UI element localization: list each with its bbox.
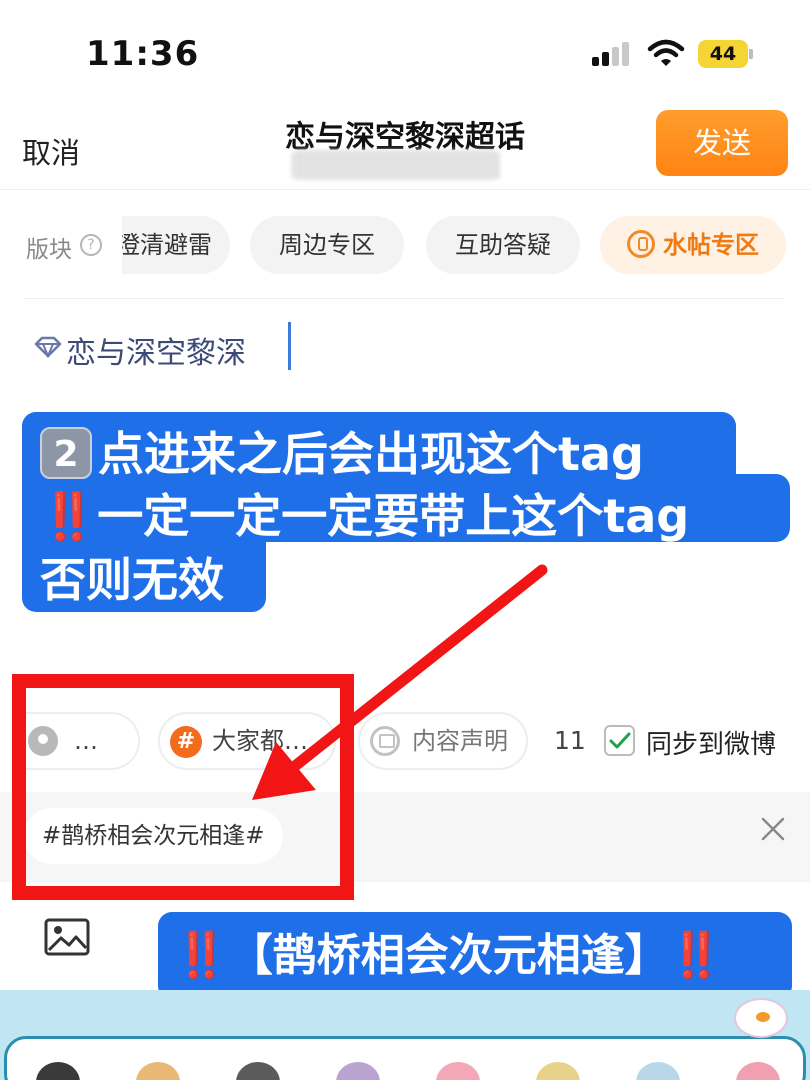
- help-icon[interactable]: ?: [80, 234, 102, 256]
- chip-label: 互助答疑: [455, 231, 551, 259]
- category-label: 版块: [26, 237, 72, 263]
- signal-icon: [592, 42, 632, 66]
- status-time: 11:36: [86, 34, 200, 74]
- annotation-line-1: 2 点进来之后会出现这个tag: [40, 418, 644, 484]
- declaration-label: 内容声明: [412, 727, 508, 755]
- image-icon[interactable]: [44, 918, 90, 956]
- status-bar: 11:36 44: [0, 0, 810, 100]
- category-chips: 澄清避雷 周边专区 互助答疑 水帖专区: [122, 216, 810, 274]
- annotation-overlay: 2 点进来之后会出现这个tag ‼️一定一定一定要带上这个tag 否则无效: [22, 412, 790, 612]
- blurred-subtitle: [292, 150, 500, 180]
- text-cursor: [288, 322, 291, 370]
- sticker-strip: [4, 1036, 806, 1080]
- annotation-line-2: ‼️一定一定一定要带上这个tag: [40, 480, 689, 546]
- close-icon[interactable]: [760, 816, 786, 842]
- water-post-icon: [627, 230, 655, 258]
- checkmark-icon: [609, 732, 631, 749]
- chip-label: 周边专区: [279, 231, 375, 259]
- double-exclamation-icon: ‼️: [174, 930, 229, 981]
- category-chip-qa[interactable]: 互助答疑: [426, 216, 580, 274]
- content-declaration-button[interactable]: 内容声明: [358, 712, 528, 770]
- category-row: 版块 ? 澄清避雷 周边专区 互助答疑 水帖专区: [0, 216, 810, 274]
- annotation-line-3: 否则无效: [40, 553, 224, 607]
- category-chip-clarify[interactable]: 澄清避雷: [122, 216, 230, 274]
- battery-level: 44: [698, 40, 748, 68]
- double-exclamation-icon: ‼️: [668, 930, 724, 981]
- tag-name-annotation: ‼️【鹊桥相会次元相逢】‼️: [158, 912, 792, 1000]
- category-chip-merch[interactable]: 周边专区: [250, 216, 404, 274]
- double-exclamation-icon: ‼️: [40, 489, 98, 543]
- declaration-icon: [370, 726, 400, 756]
- sync-weibo-label[interactable]: 同步到微博: [646, 724, 776, 761]
- battery-icon: 44: [698, 40, 754, 68]
- red-highlight-box: [12, 674, 354, 900]
- category-chip-water[interactable]: 水帖专区: [600, 216, 786, 274]
- divider: [0, 189, 810, 190]
- wifi-icon: [647, 39, 685, 66]
- chip-label: 水帖专区: [663, 231, 759, 259]
- character-count: 11: [554, 726, 586, 755]
- send-button[interactable]: 发送: [656, 110, 788, 176]
- chip-label: 澄清避雷: [122, 231, 212, 259]
- topic-text: 恋与深空黎深: [66, 336, 246, 371]
- divider: [24, 298, 784, 299]
- annotation-text-1: 点进来之后会出现这个tag: [98, 427, 644, 481]
- nav-bar: 取消 恋与深空黎深超话 发送: [0, 100, 810, 190]
- annotation-text-2: 一定一定一定要带上这个tag: [97, 489, 690, 543]
- keycap-two-icon: 2: [40, 427, 92, 479]
- sync-weibo-checkbox[interactable]: [604, 725, 635, 756]
- mascot-sticker-icon[interactable]: [734, 998, 788, 1038]
- diamond-icon: [34, 336, 62, 358]
- tag-name-text: 【鹊桥相会次元相逢】: [228, 930, 669, 981]
- sticker-panel: [0, 990, 810, 1080]
